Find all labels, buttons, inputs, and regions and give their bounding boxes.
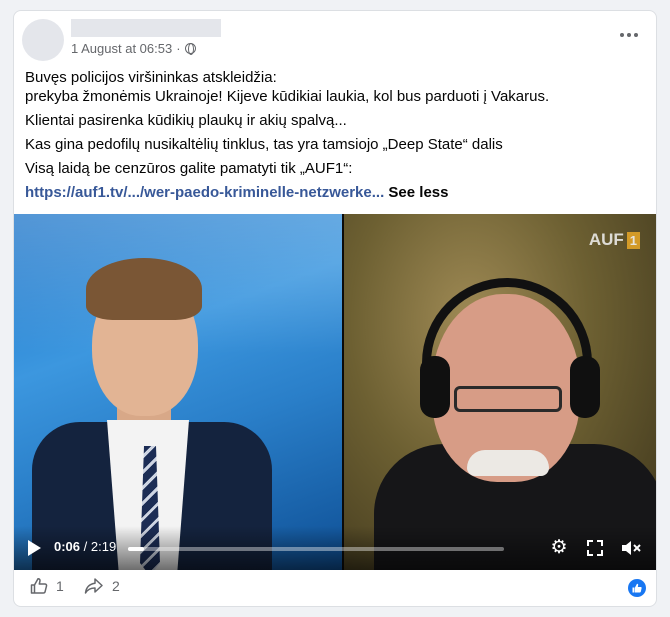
guest-glasses bbox=[454, 386, 562, 412]
post-text-line: Visą laidą be cenzūros galite pamatyti t… bbox=[25, 160, 353, 177]
video-player[interactable]: AUF 1 0:06 / 2:19 ⚙ bbox=[14, 214, 656, 570]
meta-separator: · bbox=[176, 41, 181, 56]
more-options-icon[interactable] bbox=[620, 33, 638, 37]
post-text-line: Kas gina pedofilų nusikaltėlių tinklus, … bbox=[25, 136, 503, 153]
fullscreen-icon[interactable] bbox=[585, 538, 605, 558]
video-time: 0:06 / 2:19 bbox=[54, 539, 116, 554]
headphone-cup-left bbox=[420, 356, 450, 418]
like-count: 1 bbox=[56, 578, 64, 594]
speaker-glyph bbox=[622, 541, 641, 555]
video-left-panel bbox=[14, 214, 342, 570]
settings-icon[interactable]: ⚙ bbox=[549, 538, 569, 558]
fullscreen-glyph bbox=[587, 540, 603, 556]
post-link-row: https://auf1.tv/.../wer-paedo-kriminelle… bbox=[25, 183, 645, 202]
current-time: 0:06 bbox=[54, 539, 81, 554]
post-meta: 1 August at 06:53 · bbox=[71, 41, 196, 56]
duration: 2:19 bbox=[90, 539, 117, 554]
like-badge-glyph bbox=[632, 583, 642, 593]
post-text-line: prekyba žmonėmis Ukrainoje! Kijeve kūdik… bbox=[25, 88, 550, 105]
guest-mustache bbox=[467, 450, 549, 476]
more-dot bbox=[634, 33, 638, 37]
share-count: 2 bbox=[112, 578, 120, 594]
like-badge-icon[interactable] bbox=[628, 579, 646, 597]
author-name-redacted[interactable] bbox=[71, 19, 221, 37]
more-dot bbox=[627, 33, 631, 37]
video-progress-fill bbox=[128, 547, 145, 551]
see-less-button[interactable]: See less bbox=[388, 184, 448, 201]
logo-badge: 1 bbox=[626, 231, 640, 249]
channel-logo: AUF 1 bbox=[589, 230, 640, 250]
logo-text: AUF bbox=[588, 230, 624, 249]
video-controls: 0:06 / 2:19 ⚙ bbox=[14, 526, 656, 570]
time-separator: / bbox=[83, 539, 88, 554]
thumbs-up-icon bbox=[30, 578, 48, 594]
post-text-line: Klientai pasirenka kūdikių plaukų ir aki… bbox=[25, 112, 347, 129]
more-dot bbox=[620, 33, 624, 37]
like-reaction[interactable]: 1 bbox=[30, 577, 64, 595]
post-timestamp[interactable]: 1 August at 06:53 bbox=[71, 41, 172, 56]
mute-icon[interactable] bbox=[621, 538, 641, 558]
post-footer: 1 2 bbox=[14, 570, 656, 606]
video-right-panel bbox=[344, 214, 656, 570]
post-link[interactable]: https://auf1.tv/.../wer-paedo-kriminelle… bbox=[25, 184, 384, 201]
post-text-line: Buvęs policijos viršininkas atskleidžia: bbox=[25, 69, 277, 86]
globe-icon[interactable] bbox=[184, 43, 196, 55]
post-text: Buvęs policijos viršininkas atskleidžia:… bbox=[25, 68, 645, 207]
headphone-cup-right bbox=[570, 356, 600, 418]
play-icon[interactable] bbox=[28, 540, 41, 556]
post-card: 1 August at 06:53 · Buvęs policijos virš… bbox=[13, 10, 657, 607]
presenter-hair bbox=[86, 258, 202, 320]
avatar[interactable] bbox=[22, 19, 64, 61]
video-progress-bar[interactable] bbox=[128, 547, 504, 551]
share-reaction[interactable]: 2 bbox=[84, 577, 120, 595]
share-icon bbox=[84, 578, 103, 594]
